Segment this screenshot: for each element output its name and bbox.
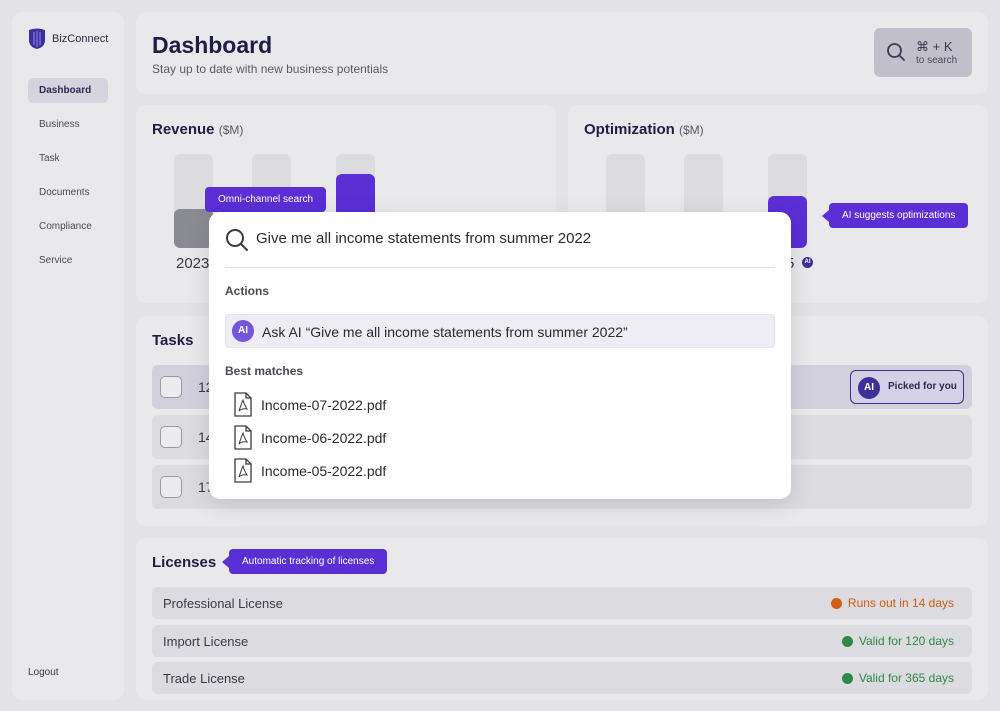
logo-icon — [29, 28, 45, 49]
best-matches-heading: Best matches — [225, 364, 304, 378]
search-button[interactable]: ⌘ + K to search — [874, 28, 972, 77]
file-name: Income-06-2022.pdf — [261, 430, 387, 446]
task-checkbox[interactable] — [160, 426, 182, 448]
sidebar-item-business[interactable]: Business — [28, 112, 108, 137]
search-modal: Actions AI Ask AI “Give me all income st… — [209, 212, 791, 499]
licenses-title: Licenses — [152, 554, 217, 571]
sidebar: BizConnect Dashboard Business Task Docum… — [12, 12, 124, 700]
divider — [225, 267, 775, 268]
ask-ai-action[interactable]: AI Ask AI “Give me all income statements… — [225, 314, 775, 348]
tasks-title: Tasks — [152, 332, 194, 349]
sidebar-item-documents[interactable]: Documents — [28, 180, 108, 205]
app-logo[interactable]: BizConnect — [28, 28, 108, 50]
search-shortcut: ⌘ + K — [916, 39, 953, 54]
revenue-unit: ($M) — [218, 123, 244, 137]
status-dot-icon — [830, 597, 842, 609]
picked-for-you-badge[interactable]: AI Picked for you — [850, 370, 964, 404]
license-row[interactable]: Trade License Valid for 365 days — [152, 662, 972, 694]
optimization-unit: ($M) — [679, 123, 704, 137]
revenue-title-text: Revenue — [152, 121, 215, 138]
app-name: BizConnect — [52, 33, 109, 45]
search-hint: to search — [916, 55, 958, 66]
revenue-bar-fill — [174, 208, 213, 248]
revenue-title: Revenue ($M) — [152, 121, 243, 138]
pdf-file-icon — [234, 458, 252, 483]
pdf-file-icon — [234, 392, 252, 417]
file-name: Income-05-2022.pdf — [261, 463, 387, 479]
tooltip-license-tracking: Automatic tracking of licenses — [221, 549, 388, 574]
page-subtitle: Stay up to date with new business potent… — [152, 62, 389, 76]
license-status: Valid for 365 days — [841, 671, 954, 685]
optimization-title-text: Optimization — [584, 121, 675, 138]
file-result[interactable]: Income-06-2022.pdf — [233, 425, 633, 451]
tooltip-omni-channel-search: Omni-channel search — [205, 187, 327, 218]
file-name: Income-07-2022.pdf — [261, 397, 387, 413]
revenue-bar-label: 2023 — [176, 255, 210, 272]
ai-badge-icon: AI — [802, 257, 813, 268]
ai-icon: AI — [858, 377, 880, 399]
page-title: Dashboard — [152, 32, 273, 58]
page-header: Dashboard Stay up to date with new busin… — [136, 12, 988, 94]
license-status-text: Valid for 365 days — [858, 671, 954, 685]
license-name: Import License — [163, 634, 249, 649]
license-status: Valid for 120 days — [841, 634, 954, 648]
optimization-title: Optimization ($M) — [584, 121, 704, 138]
sidebar-item-dashboard[interactable]: Dashboard — [28, 78, 108, 103]
task-checkbox[interactable] — [160, 376, 182, 398]
license-row[interactable]: Import License Valid for 120 days — [152, 625, 972, 657]
license-row[interactable]: Professional License Runs out in 14 days — [152, 587, 972, 619]
picked-for-you-label: Picked for you — [888, 381, 957, 392]
ask-ai-label: Ask AI “Give me all income statements fr… — [262, 324, 628, 340]
ai-icon: AI — [232, 320, 254, 342]
sidebar-item-task[interactable]: Task — [28, 146, 108, 171]
tooltip-ai-optimizations: AI suggests optimizations — [821, 203, 969, 228]
license-status: Runs out in 14 days — [830, 596, 954, 610]
sidebar-item-compliance[interactable]: Compliance — [28, 214, 108, 239]
file-result[interactable]: Income-05-2022.pdf — [233, 458, 633, 484]
license-name: Professional License — [163, 596, 283, 611]
license-name: Trade License — [163, 671, 245, 686]
pdf-file-icon — [234, 425, 252, 450]
search-icon — [226, 229, 248, 251]
sidebar-item-service[interactable]: Service — [28, 248, 108, 273]
status-dot-icon — [841, 672, 853, 684]
search-input[interactable] — [256, 230, 766, 247]
status-dot-icon — [841, 635, 853, 647]
license-status-text: Valid for 120 days — [858, 634, 954, 648]
sidebar-nav: Dashboard Business Task Documents Compli… — [28, 78, 108, 282]
license-status-text: Runs out in 14 days — [847, 596, 954, 610]
logout-link[interactable]: Logout — [28, 667, 59, 678]
search-icon — [887, 43, 905, 61]
actions-heading: Actions — [225, 284, 270, 298]
task-checkbox[interactable] — [160, 476, 182, 498]
file-result[interactable]: Income-07-2022.pdf — [233, 392, 633, 418]
